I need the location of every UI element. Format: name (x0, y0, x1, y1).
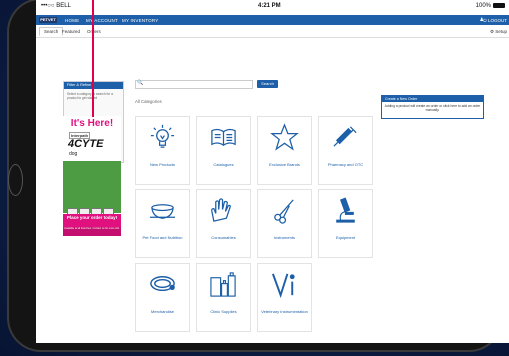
search-button[interactable]: Search (257, 80, 278, 88)
promo-product-image (63, 161, 121, 226)
category-pharmacy-otc[interactable]: Pharmacy and OTC (318, 116, 373, 185)
collar-icon (150, 276, 175, 292)
promo-dog: dog (69, 151, 78, 157)
home-button[interactable] (8, 164, 23, 196)
nav-my-account[interactable]: MY ACCOUNT (86, 18, 118, 23)
star-icon (270, 123, 299, 151)
category-label: Catalogues (213, 162, 234, 167)
battery-icon (493, 3, 505, 8)
create-order-text[interactable]: Adding a product will create an order or… (382, 102, 483, 114)
category-label: Merchandise (151, 309, 174, 314)
category-label: Pet Food and Nutrition (142, 235, 183, 240)
logout-button[interactable]: ⏻ LOGOUT (483, 18, 507, 23)
category-label: Exclusive Brands (269, 162, 300, 167)
search-icon: 🔍 (137, 80, 144, 86)
search-input[interactable] (135, 80, 253, 89)
pet-bowl-icon (149, 204, 176, 219)
promo-product: 4CYTE (68, 138, 104, 150)
category-new-products[interactable]: New Products (135, 116, 190, 185)
nav-home[interactable]: HOME (65, 18, 79, 23)
ipad-frame: •••○○ BELL 4:21 PM 100% PETVET HOME MY A… (7, 0, 509, 352)
syringe-icon (333, 126, 357, 147)
category-instruments[interactable]: Instruments (257, 189, 312, 258)
nav-my-inventory[interactable]: MY INVENTORY (122, 18, 158, 23)
scissors-icon (274, 199, 294, 224)
tab-featured[interactable]: Featured (62, 29, 80, 34)
status-bar: •••○○ BELL 4:21 PM 100% (36, 0, 509, 11)
clock: 4:21 PM (258, 3, 281, 9)
create-order-panel: Create a New Order Adding a product will… (381, 95, 484, 119)
screen: •••○○ BELL 4:21 PM 100% PETVET HOME MY A… (36, 0, 509, 343)
category-label: New Products (150, 162, 175, 167)
category-label: Veterinary Instrumentation (261, 309, 308, 314)
bottles-icon (210, 272, 236, 297)
category-catalogues[interactable]: Catalogues (196, 116, 251, 185)
category-label: Consumables (211, 235, 236, 240)
tab-search[interactable]: Search (39, 27, 64, 36)
category-merchandise[interactable]: Merchandise (135, 263, 190, 332)
category-consumables[interactable]: Consumables (196, 189, 251, 258)
category-label: Equipment (335, 235, 356, 240)
category-label: Instruments (274, 235, 295, 240)
promo-headline: It's Here! (70, 118, 114, 129)
annotation-pointer (92, 0, 94, 117)
category-label: Pharmacy and OTC (327, 162, 364, 167)
top-nav: PETVET HOME MY ACCOUNT MY INVENTORY ♟ ⏻ … (36, 15, 509, 25)
lightbulb-icon (150, 124, 175, 148)
promo-banner[interactable]: It's Here! Interpath 4CYTE dog Place you… (63, 116, 121, 243)
carrier: •••○○ BELL (41, 3, 71, 9)
promo-footer: Available at all branches. Contact us fo… (63, 227, 121, 236)
tab-bar: Search Featured Orders ⚙ Setup (36, 27, 509, 38)
microscope-icon (336, 197, 355, 223)
logo[interactable]: PETVET (39, 17, 57, 23)
gloves-icon (211, 198, 231, 222)
category-equipment[interactable]: Equipment (318, 189, 373, 258)
setup-button[interactable]: ⚙ Setup (490, 29, 507, 35)
battery-status: 100% (476, 3, 505, 9)
categories-heading: All Categories (135, 99, 162, 104)
vi-logo-icon (271, 273, 295, 299)
category-pet-food-nutrition[interactable]: Pet Food and Nutrition (135, 189, 190, 258)
category-label: Clinic Supplies (210, 309, 237, 314)
catalogue-icon (211, 128, 236, 146)
category-exclusive-brands[interactable]: Exclusive Brands (257, 116, 312, 185)
category-veterinary-instrumentation[interactable]: Veterinary Instrumentation (257, 263, 312, 332)
category-clinic-supplies[interactable]: Clinic Supplies (196, 263, 251, 332)
